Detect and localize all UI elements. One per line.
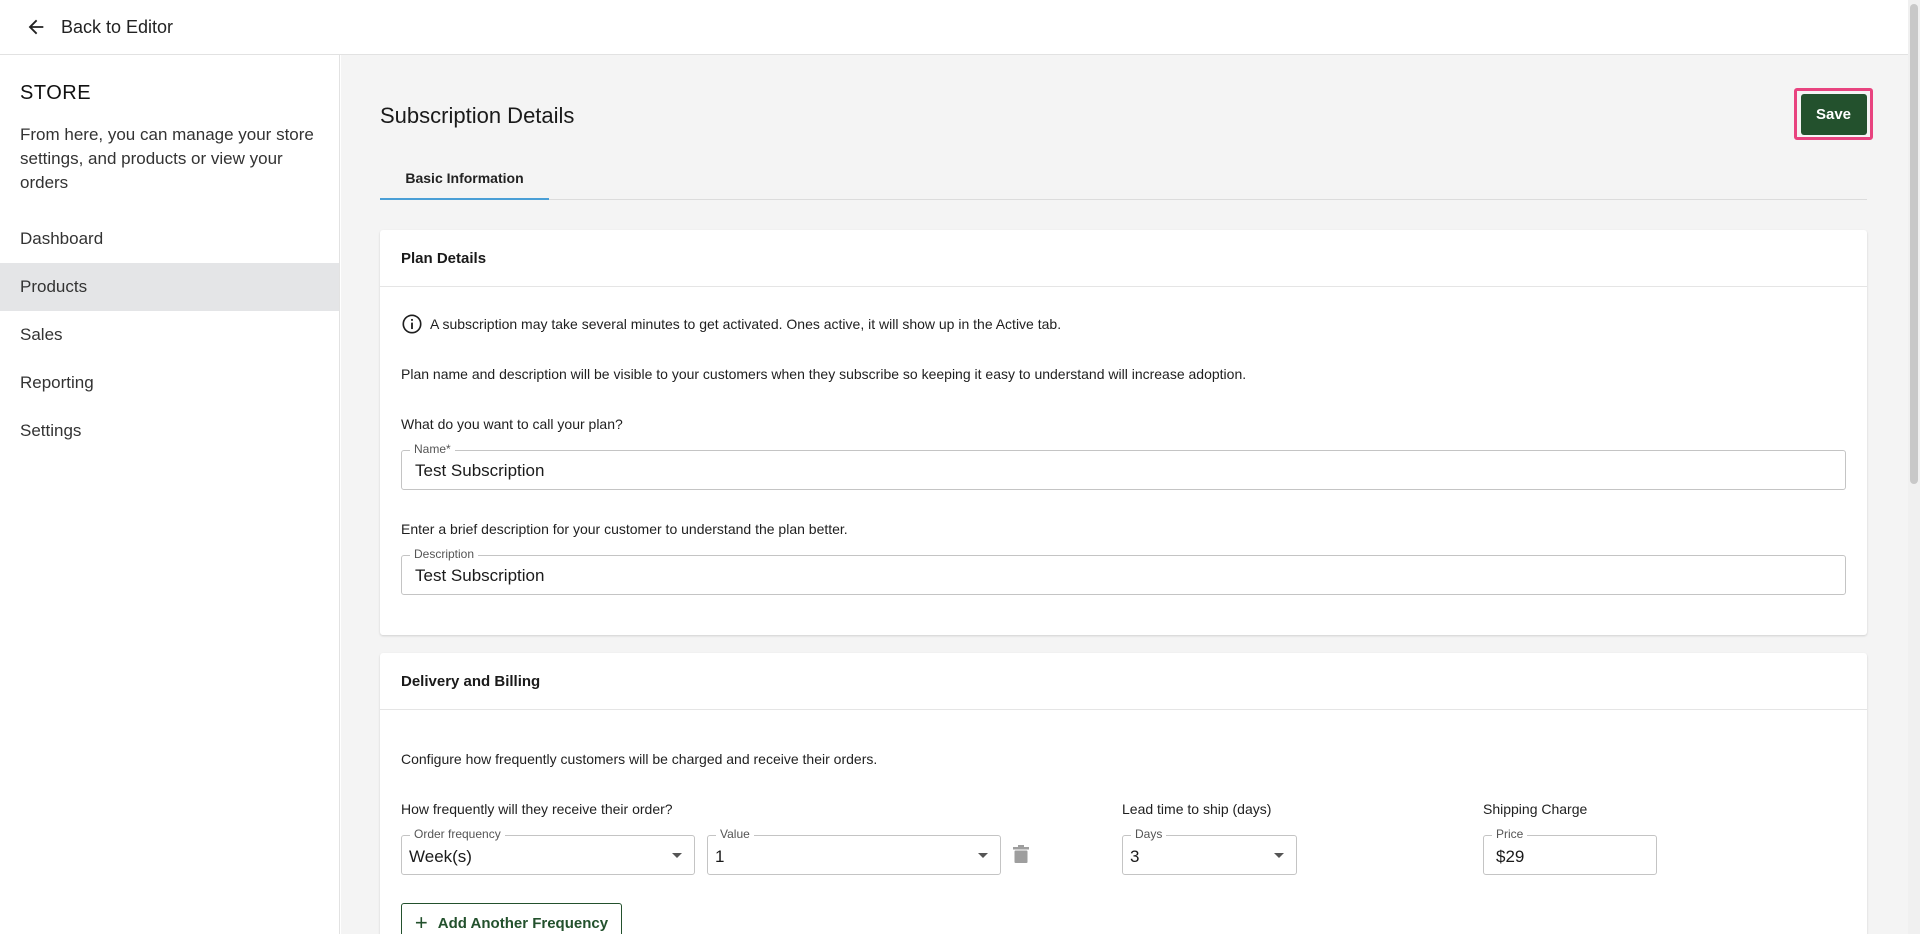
days-value: 3 [1130, 847, 1140, 866]
days-label: Days [1131, 827, 1167, 841]
price-value[interactable]: $29 [1496, 847, 1524, 867]
description-field-value[interactable]: Test Subscription [415, 566, 544, 586]
tab-bar: Basic Information [380, 157, 1867, 200]
add-another-frequency-button[interactable]: + Add Another Frequency [401, 903, 622, 934]
sidebar-item-settings[interactable]: Settings [0, 407, 339, 455]
save-button-highlight: Save [1794, 88, 1873, 140]
chevron-down-icon [978, 853, 988, 858]
chevron-down-icon [1274, 853, 1284, 858]
trash-icon[interactable] [1013, 845, 1029, 863]
price-label: Price [1492, 827, 1528, 841]
delivery-billing-card: Delivery and Billing Configure how frequ… [380, 653, 1867, 934]
sidebar-title: STORE [20, 82, 92, 104]
scrollbar-thumb[interactable] [1910, 4, 1918, 484]
plan-details-heading: Plan Details [380, 230, 1867, 287]
sidebar-item-products[interactable]: Products [0, 263, 339, 311]
sidebar-item-dashboard[interactable]: Dashboard [0, 215, 339, 263]
name-prompt: What do you want to call your plan? [401, 416, 623, 432]
visibility-text: Plan name and description will be visibl… [401, 366, 1247, 382]
save-button[interactable]: Save [1800, 93, 1867, 135]
order-frequency-value: Week(s) [409, 847, 472, 866]
description-prompt: Enter a brief description for your custo… [401, 521, 848, 537]
chevron-down-icon [672, 853, 682, 858]
main-content: Subscription Details Save Basic Informat… [341, 55, 1908, 934]
arrow-left-icon [28, 19, 44, 35]
plus-icon: + [414, 910, 428, 934]
name-field[interactable]: Name* Test Subscription [401, 442, 1846, 490]
shipping-price-field[interactable]: Price $29 [1483, 827, 1657, 875]
lead-time-days-select[interactable]: Days 3 [1122, 827, 1297, 875]
tab-basic-information[interactable]: Basic Information [380, 157, 549, 200]
sidebar: STORE From here, you can manage your sto… [0, 55, 340, 934]
name-field-label: Name* [410, 442, 455, 456]
description-field-label: Description [410, 547, 479, 561]
delivery-billing-heading: Delivery and Billing [380, 653, 1867, 710]
info-icon [402, 314, 422, 334]
plan-details-card: Plan Details A subscription may take sev… [380, 230, 1867, 635]
description-field[interactable]: Description Test Subscription [401, 547, 1846, 595]
frequency-value-select[interactable]: Value 1 [707, 827, 1001, 875]
frequency-value-value: 1 [715, 847, 725, 866]
back-to-editor-label: Back to Editor [61, 16, 174, 37]
frequency-value-label: Value [716, 827, 754, 841]
page-title: Subscription Details [380, 103, 575, 128]
add-another-frequency-label: Add Another Frequency [437, 914, 609, 932]
delivery-intro: Configure how frequently customers will … [401, 751, 878, 767]
sidebar-description: From here, you can manage your store set… [20, 125, 314, 192]
lead-time-prompt: Lead time to ship (days) [1122, 801, 1272, 817]
activation-notice: A subscription may take several minutes … [401, 313, 1061, 335]
back-to-editor-link[interactable]: Back to Editor [25, 16, 173, 38]
sidebar-item-reporting[interactable]: Reporting [0, 359, 339, 407]
activation-notice-text: A subscription may take several minutes … [430, 316, 1062, 332]
page-scrollbar[interactable] [1908, 0, 1920, 934]
order-frequency-label: Order frequency [410, 827, 505, 841]
shipping-prompt: Shipping Charge [1483, 801, 1588, 817]
sidebar-item-sales[interactable]: Sales [0, 311, 339, 359]
name-field-value[interactable]: Test Subscription [415, 461, 544, 481]
top-bar: Back to Editor [0, 0, 1908, 55]
sidebar-nav: Dashboard Products Sales Reporting Setti… [0, 215, 339, 455]
order-frequency-select[interactable]: Order frequency Week(s) [401, 827, 695, 875]
frequency-prompt: How frequently will they receive their o… [401, 801, 673, 817]
